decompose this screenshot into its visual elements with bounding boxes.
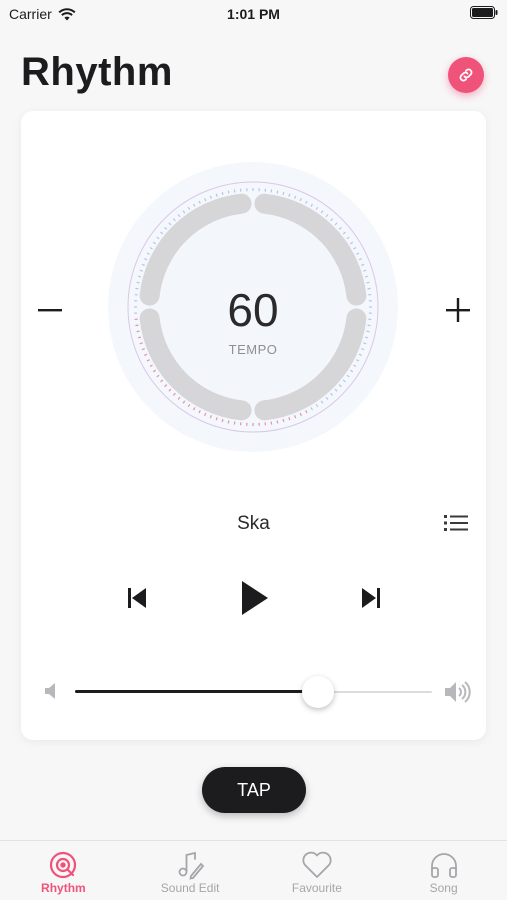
rhythm-style-name: Ska [237, 513, 270, 534]
volume-slider[interactable] [75, 676, 432, 708]
status-time: 1:01 PM [227, 6, 280, 22]
tempo-value: 60 [227, 284, 279, 336]
decrease-tempo-button[interactable] [37, 297, 63, 323]
dial-tick [364, 275, 369, 278]
tab-sound-edit[interactable]: Sound Edit [127, 841, 254, 900]
dial-tick [282, 191, 285, 196]
music-note-edit-icon [178, 851, 205, 880]
dial-tick [221, 418, 224, 423]
next-button[interactable] [360, 586, 382, 610]
dial-tick [282, 418, 285, 423]
battery-icon [470, 6, 498, 19]
headphones-icon [430, 853, 457, 878]
dial-tick [221, 191, 224, 196]
dial-tick [364, 336, 369, 339]
tab-song-label: Song [429, 881, 458, 895]
dial-tick [227, 420, 230, 424]
link-button[interactable] [448, 57, 484, 93]
volume-low-icon [45, 683, 55, 699]
tab-bar: Rhythm Sound Edit Favourite Song [0, 840, 507, 900]
volume-high-icon [445, 681, 471, 703]
status-bar: Carrier 1:01 PM [0, 0, 507, 28]
tap-button[interactable]: TAP [202, 767, 306, 813]
tab-favourite-label: Favourite [291, 881, 342, 895]
play-button[interactable] [240, 580, 270, 616]
previous-button[interactable] [126, 586, 148, 610]
heart-icon [302, 851, 332, 878]
dial-tick [227, 190, 230, 194]
dial-tick [137, 336, 142, 339]
tab-favourite[interactable]: Favourite [254, 841, 381, 900]
rhythm-list-button[interactable] [444, 513, 468, 533]
tab-rhythm-label: Rhythm [41, 881, 86, 895]
volume-fill [75, 690, 318, 693]
link-icon [459, 68, 473, 82]
tab-song[interactable]: Song [380, 841, 507, 900]
page-title: Rhythm [21, 50, 173, 94]
dial-tick [137, 275, 142, 278]
volume-thumb[interactable] [301, 676, 334, 708]
tempo-dial[interactable]: 60 TEMPO [108, 162, 398, 452]
increase-tempo-button[interactable] [445, 297, 471, 323]
dial-tick [276, 190, 279, 194]
tempo-label: TEMPO [228, 342, 278, 357]
tab-sound-edit-label: Sound Edit [160, 881, 220, 895]
dial-tick [276, 420, 279, 424]
tab-rhythm[interactable]: Rhythm [0, 841, 127, 900]
rhythm-icon [50, 851, 77, 879]
